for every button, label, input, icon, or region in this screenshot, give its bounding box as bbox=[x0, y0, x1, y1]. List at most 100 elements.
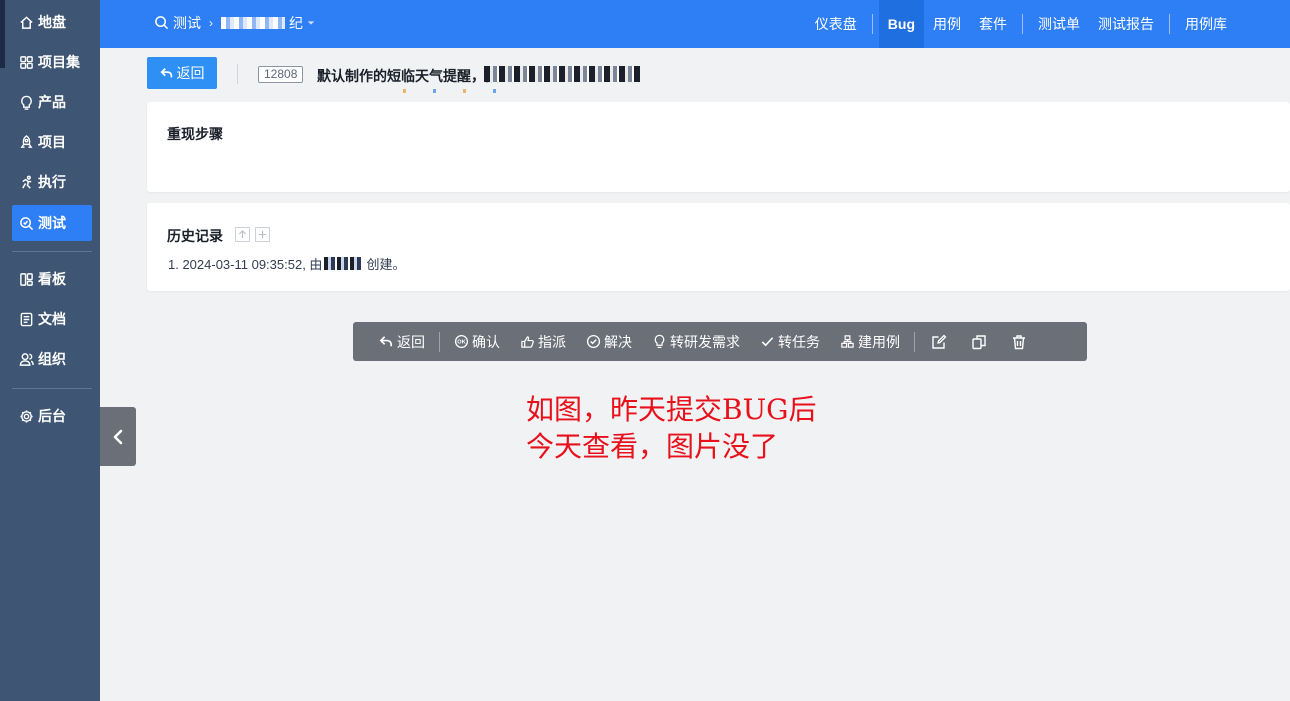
sidebar-item-project[interactable]: 项目 bbox=[12, 124, 92, 160]
create-case-label: 建用例 bbox=[858, 333, 900, 350]
assign-button[interactable]: 指派 bbox=[510, 322, 576, 361]
undo-arrow-icon bbox=[379, 336, 393, 347]
redacted-title-text bbox=[484, 66, 640, 82]
test-search-icon bbox=[155, 16, 169, 30]
sidebar-item-label: 文档 bbox=[38, 311, 66, 327]
history-entry-text: 1. 2024-03-11 09:35:52, 由 bbox=[168, 257, 323, 272]
nav-divider bbox=[871, 14, 873, 34]
sidebar-item-org[interactable]: 组织 bbox=[12, 341, 92, 377]
sitemap-icon bbox=[841, 335, 854, 348]
nav-caselib[interactable]: 用例库 bbox=[1176, 0, 1236, 48]
users-icon bbox=[18, 351, 34, 367]
sidebar-item-test[interactable]: 测试 bbox=[12, 205, 92, 241]
trash-icon bbox=[1013, 334, 1025, 349]
steps-card-title: 重现步骤 bbox=[167, 126, 223, 142]
sidebar-item-admin[interactable]: 后台 bbox=[12, 398, 92, 434]
resolve-button[interactable]: 解决 bbox=[576, 322, 642, 361]
gear-icon bbox=[18, 408, 34, 424]
breadcrumb-root[interactable]: 测试 bbox=[173, 13, 201, 33]
test-search-icon bbox=[18, 215, 34, 231]
expand-all-button[interactable] bbox=[255, 227, 270, 242]
confirm-label: 确认 bbox=[472, 333, 500, 350]
copy-icon bbox=[972, 334, 986, 349]
annotation-text: 如图，昨天提交BUG后 今天查看，图片没了 bbox=[526, 391, 817, 465]
sidebar-item-label: 测试 bbox=[38, 215, 66, 231]
confirm-button[interactable]: OK 确认 bbox=[444, 322, 510, 361]
annotation-line-1: 如图，昨天提交BUG后 bbox=[526, 393, 817, 426]
back-button[interactable]: 返回 bbox=[147, 57, 217, 89]
nav-testreport[interactable]: 测试报告 bbox=[1089, 0, 1163, 48]
sidebar-item-label: 项目 bbox=[38, 134, 66, 150]
edit-button[interactable] bbox=[919, 322, 959, 361]
bug-id-badge: 12808 bbox=[258, 66, 304, 83]
bug-action-toolbar: 返回 OK 确认 指派 解决 转研发需求 转任务 建用例 bbox=[353, 322, 1087, 361]
delete-button[interactable] bbox=[999, 322, 1039, 361]
steps-card: 重现步骤 bbox=[147, 102, 1290, 192]
sidebar-item-label: 地盘 bbox=[38, 14, 66, 30]
rocket-icon bbox=[18, 134, 34, 150]
history-card-title: 历史记录 bbox=[167, 228, 223, 244]
nav-suite[interactable]: 套件 bbox=[970, 0, 1016, 48]
sidebar-divider bbox=[12, 388, 92, 389]
sidebar-item-label: 项目集 bbox=[38, 54, 80, 70]
to-story-label: 转研发需求 bbox=[670, 333, 740, 350]
sort-up-button[interactable] bbox=[235, 227, 250, 242]
top-header: 测试 › 纪 仪表盘 Bug 用例 套件 测试单 测试报告 用例库 bbox=[100, 0, 1290, 48]
plus-icon bbox=[258, 230, 267, 239]
hand-point-icon bbox=[521, 336, 534, 348]
breadcrumb-product-tail[interactable]: 纪 bbox=[289, 13, 303, 33]
bulb-icon bbox=[654, 334, 665, 349]
nav-divider bbox=[1022, 14, 1023, 34]
check-icon bbox=[761, 337, 774, 347]
chevron-left-icon bbox=[113, 429, 123, 444]
history-entry-suffix: 创建。 bbox=[366, 257, 406, 272]
sidebar: 地盘 项目集 产品 项目 执行 测试 看板 文档 组织 后台 bbox=[0, 0, 100, 701]
nav-testcase[interactable]: 用例 bbox=[924, 0, 970, 48]
doc-icon bbox=[18, 311, 34, 327]
annotation-line-2: 今天查看，图片没了 bbox=[526, 430, 779, 463]
resolve-label: 解决 bbox=[604, 333, 632, 350]
chevron-down-icon[interactable] bbox=[307, 20, 315, 26]
copy-button[interactable] bbox=[959, 322, 999, 361]
collapse-sidebar-button[interactable] bbox=[100, 407, 136, 466]
nav-dashboard[interactable]: 仪表盘 bbox=[806, 0, 866, 48]
arrow-up-icon bbox=[238, 230, 247, 239]
create-case-button[interactable]: 建用例 bbox=[830, 322, 910, 361]
redacted-title-dots bbox=[403, 89, 513, 93]
ok-circle-icon: OK bbox=[454, 334, 469, 349]
to-task-button[interactable]: 转任务 bbox=[750, 322, 830, 361]
sidebar-item-program[interactable]: 项目集 bbox=[12, 44, 92, 80]
svg-text:OK: OK bbox=[457, 340, 465, 346]
toolbar-divider bbox=[914, 331, 915, 352]
nav-testtask[interactable]: 测试单 bbox=[1029, 0, 1089, 48]
history-entry: 1. 2024-03-11 09:35:52, 由 创建。 bbox=[168, 254, 405, 273]
sidebar-item-doc[interactable]: 文档 bbox=[12, 301, 92, 337]
bulb-icon bbox=[18, 94, 34, 110]
bug-title: 默认制作的短临天气提醒，预 bbox=[317, 68, 499, 84]
sidebar-item-label: 产品 bbox=[38, 94, 66, 110]
nav-bug[interactable]: Bug bbox=[878, 0, 924, 48]
nav-divider bbox=[1169, 14, 1170, 34]
back-button-label: 返回 bbox=[176, 65, 205, 81]
toolbar-back-label: 返回 bbox=[397, 333, 425, 350]
sidebar-divider bbox=[12, 251, 92, 252]
kanban-icon bbox=[18, 271, 34, 287]
to-task-label: 转任务 bbox=[778, 333, 820, 350]
sidebar-item-dashboard[interactable]: 地盘 bbox=[12, 4, 92, 40]
sidebar-item-label: 组织 bbox=[38, 351, 66, 367]
redacted-product-name[interactable] bbox=[221, 16, 285, 29]
to-story-button[interactable]: 转研发需求 bbox=[642, 322, 750, 361]
run-icon bbox=[18, 174, 34, 190]
toolbar-divider bbox=[439, 331, 440, 352]
check-circle-icon bbox=[586, 334, 601, 349]
toolbar-back-button[interactable]: 返回 bbox=[369, 322, 435, 361]
sidebar-item-kanban[interactable]: 看板 bbox=[12, 261, 92, 297]
undo-arrow-icon bbox=[160, 68, 172, 78]
grid-icon bbox=[18, 54, 34, 70]
sidebar-item-product[interactable]: 产品 bbox=[12, 84, 92, 120]
title-divider bbox=[237, 64, 238, 84]
sidebar-item-label: 执行 bbox=[38, 174, 66, 190]
sidebar-item-execution[interactable]: 执行 bbox=[12, 164, 92, 200]
header-nav: 仪表盘 Bug 用例 套件 测试单 测试报告 用例库 bbox=[806, 0, 1290, 48]
redacted-user-name bbox=[324, 257, 363, 270]
